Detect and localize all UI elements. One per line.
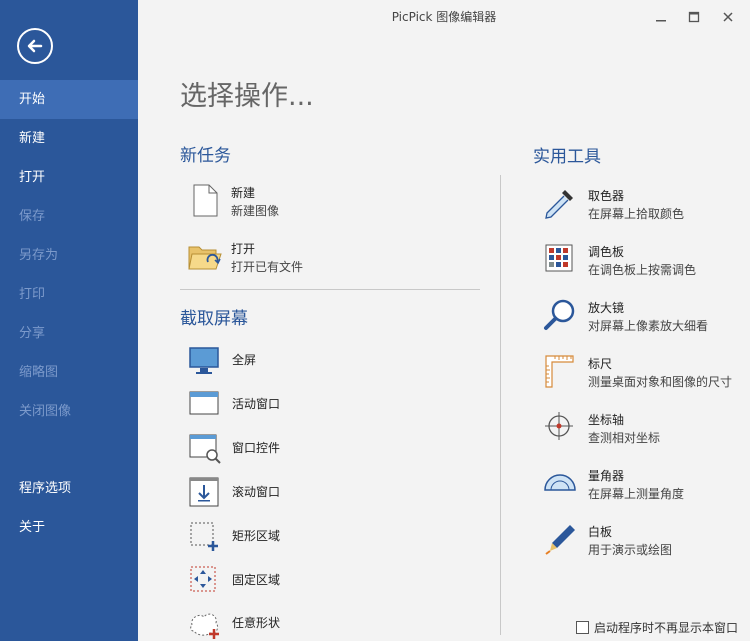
section-divider: [180, 289, 480, 290]
tool-crosshair-label: 坐标轴: [588, 413, 625, 427]
tool-crosshair-item[interactable]: 坐标轴 查测相对坐标: [543, 410, 743, 450]
sidebar-menu: 开始 新建 打开 保存 另存为 打印 分享 缩略图 关闭图像: [0, 80, 138, 431]
capture-fixed-region-item[interactable]: 固定区域: [188, 564, 388, 604]
sidebar-item-options[interactable]: 程序选项: [0, 469, 138, 508]
tool-color-picker-desc: 在屏幕上拾取颜色: [588, 207, 685, 221]
tool-whiteboard-label: 白板: [588, 525, 613, 539]
open-file-label: 打开: [231, 242, 256, 256]
capture-heading: 截取屏幕: [180, 309, 248, 329]
new-image-item[interactable]: 新建 新建图像: [188, 183, 448, 223]
open-file-item[interactable]: 打开 打开已有文件: [188, 239, 448, 279]
tool-palette-item[interactable]: 调色板 在调色板上按需调色: [543, 242, 743, 282]
back-arrow-icon: [27, 39, 43, 53]
monitor-icon: [189, 347, 219, 374]
tool-ruler-desc: 测量桌面对象和图像的尺寸: [588, 375, 733, 389]
sidebar-item-print: 打印: [19, 287, 46, 302]
sidebar-bottom-menu: 程序选项 关于: [0, 469, 138, 547]
open-folder-icon: [188, 246, 222, 270]
capture-active-window-label: 活动窗口: [232, 397, 281, 411]
sidebar-item-thumbnails: 缩略图: [19, 365, 59, 380]
eyedropper-icon: [545, 190, 573, 219]
sidebar-item-about[interactable]: 关于: [0, 508, 138, 547]
capture-window-control-label: 窗口控件: [232, 441, 281, 455]
rectangle-region-icon: [190, 522, 218, 551]
palette-icon: [545, 244, 573, 272]
back-button[interactable]: [17, 28, 53, 64]
page-title: 选择操作...: [180, 81, 314, 112]
capture-scroll-window-item[interactable]: 滚动窗口: [188, 476, 388, 516]
sidebar-item-open[interactable]: 打开: [0, 158, 138, 197]
tool-protractor-desc: 在屏幕上测量角度: [588, 487, 685, 501]
tool-protractor-label: 量角器: [588, 469, 625, 483]
tool-magnifier-label: 放大镜: [588, 301, 625, 315]
sidebar-item-share: 分享: [19, 326, 46, 341]
new-image-label: 新建: [231, 186, 256, 200]
sidebar-item-save: 保存: [19, 209, 46, 224]
ruler-icon: [545, 355, 574, 388]
tool-crosshair-desc: 查测相对坐标: [588, 431, 661, 445]
tool-protractor-item[interactable]: 量角器 在屏幕上测量角度: [543, 466, 743, 506]
open-file-desc: 打开已有文件: [231, 260, 304, 274]
protractor-icon: [544, 474, 576, 491]
tool-palette-desc: 在调色板上按需调色: [588, 263, 697, 277]
tools-heading: 实用工具: [533, 147, 601, 167]
whiteboard-pen-icon: [545, 525, 575, 555]
tool-ruler-label: 标尺: [588, 357, 613, 371]
capture-scroll-window-label: 滚动窗口: [232, 485, 281, 499]
tool-color-picker-label: 取色器: [588, 189, 625, 203]
tool-magnifier-desc: 对屏幕上像素放大细看: [588, 319, 709, 333]
tool-magnifier-item[interactable]: 放大镜 对屏幕上像素放大细看: [543, 298, 743, 338]
capture-window-control-item[interactable]: 窗口控件: [188, 432, 388, 472]
tool-whiteboard-item[interactable]: 白板 用于演示或绘图: [543, 522, 743, 562]
sidebar-item-new[interactable]: 新建: [0, 119, 138, 158]
column-divider: [500, 175, 501, 635]
scroll-window-icon: [189, 477, 219, 507]
maximize-button[interactable]: [683, 6, 705, 28]
capture-rectangle-item[interactable]: 矩形区域: [188, 520, 388, 560]
active-window-icon: [189, 391, 219, 415]
capture-fullscreen-label: 全屏: [232, 353, 257, 367]
maximize-icon: [688, 11, 700, 23]
tool-ruler-item[interactable]: 标尺 测量桌面对象和图像的尺寸: [543, 354, 743, 394]
crosshair-icon: [545, 412, 573, 440]
magnifier-icon: [544, 299, 575, 330]
close-icon: [723, 12, 733, 22]
capture-active-window-item[interactable]: 活动窗口: [188, 388, 388, 428]
capture-freehand-label: 任意形状: [232, 616, 281, 630]
tool-whiteboard-desc: 用于演示或绘图: [588, 543, 673, 557]
capture-rectangle-label: 矩形区域: [232, 529, 281, 543]
tool-color-picker-item[interactable]: 取色器 在屏幕上拾取颜色: [543, 186, 743, 226]
new-file-icon: [193, 184, 218, 217]
capture-fixed-region-label: 固定区域: [232, 573, 281, 587]
dont-show-again-checkbox[interactable]: [576, 621, 589, 634]
sidebar-item-close-image: 关闭图像: [19, 404, 72, 419]
minimize-icon: [656, 20, 666, 22]
capture-fullscreen-item[interactable]: 全屏: [188, 344, 388, 384]
sidebar-item-start[interactable]: 开始: [0, 80, 138, 119]
tool-palette-label: 调色板: [588, 245, 625, 259]
dont-show-again-option[interactable]: 启动程序时不再显示本窗口: [576, 619, 738, 636]
close-button[interactable]: [717, 6, 739, 28]
dont-show-again-label: 启动程序时不再显示本窗口: [594, 621, 739, 635]
window-control-icon: [189, 434, 221, 464]
fixed-region-icon: [190, 566, 216, 592]
capture-freehand-item[interactable]: 任意形状: [188, 607, 388, 641]
sidebar: 开始 新建 打开 保存 另存为 打印 分享 缩略图 关闭图像 程序选项 关于: [0, 0, 138, 641]
new-task-heading: 新任务: [180, 146, 231, 166]
sidebar-item-save-as: 另存为: [19, 248, 59, 263]
freehand-region-icon: [190, 613, 219, 639]
new-image-desc: 新建图像: [231, 204, 280, 218]
minimize-button[interactable]: [650, 6, 672, 28]
